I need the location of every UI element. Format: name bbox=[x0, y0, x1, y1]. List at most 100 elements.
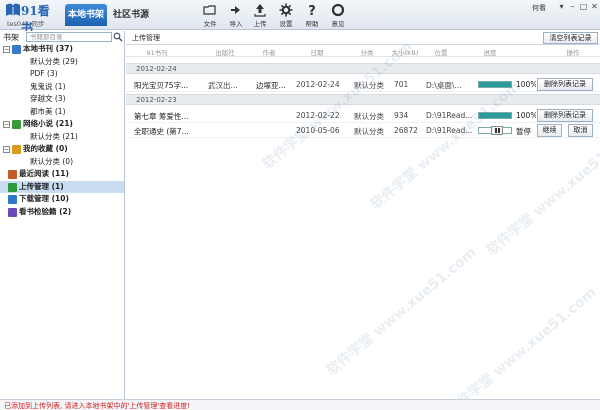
feedback-icon bbox=[331, 3, 345, 17]
column-header[interactable]: 91书刊 bbox=[140, 47, 174, 57]
pause-icon[interactable] bbox=[491, 126, 503, 135]
sidebar-item-label: 默认分类 (0) bbox=[30, 156, 74, 166]
collapse-toggle-icon[interactable]: − bbox=[3, 146, 10, 153]
user-sync-label[interactable]: tes041 同步 bbox=[7, 18, 44, 28]
sidebar-category[interactable]: − 网络小说 (21) bbox=[0, 118, 124, 131]
sidebar-subcategory[interactable]: 鬼鬼说 (1) bbox=[0, 81, 124, 94]
upload-row[interactable]: 阳光宝贝75字... 武汉出... 边塚亚... 2012-02-24 默认分类 701 D… bbox=[126, 77, 600, 92]
settings-button[interactable]: 设置 bbox=[274, 3, 298, 29]
feedback-label: 意见 bbox=[331, 20, 345, 28]
sidebar-item-label: PDF (3) bbox=[30, 69, 58, 78]
column-header[interactable]: 日期 bbox=[304, 47, 330, 57]
sidebar-category[interactable]: − 我的收藏 (0) bbox=[0, 143, 124, 156]
status-message: 已添加到上传列表, 请进入本地书架中的'上传管理'查看进度! bbox=[4, 402, 191, 410]
resume-button[interactable]: 继续 bbox=[537, 124, 562, 137]
sidebar-category[interactable]: 上传管理 (1) bbox=[0, 180, 124, 193]
cancel-button[interactable]: 取消 bbox=[568, 124, 593, 137]
watermark: 软件学堂 www.xue51.com bbox=[323, 244, 480, 379]
sidebar-category[interactable]: − 本地书刊 (37) bbox=[0, 43, 124, 56]
status-bar: 已添加到上传列表, 请进入本地书架中的'上传管理'查看进度! bbox=[0, 399, 600, 410]
sidebar-search-input[interactable]: 书籍那目录 bbox=[26, 32, 112, 42]
progress-fill bbox=[479, 113, 511, 118]
book-title-cell: 全职通史 (第7... bbox=[134, 127, 189, 136]
progress-text: 暂停 bbox=[516, 127, 531, 136]
book-title-cell: 第七章 筹爱性... bbox=[134, 112, 189, 121]
sidebar-item-label: 默认分类 (29) bbox=[30, 56, 78, 66]
tab-community-sources[interactable]: 社区书源 bbox=[112, 4, 150, 26]
svg-text:?: ? bbox=[308, 4, 316, 17]
size-cell: 26872 bbox=[394, 126, 418, 135]
column-header[interactable]: 操作 bbox=[552, 47, 594, 57]
sidebar-item-label: 最近阅读 (11) bbox=[19, 169, 69, 178]
local-books-icon bbox=[12, 45, 21, 54]
delete-record-button[interactable]: 删除列表记录 bbox=[537, 78, 593, 91]
collapse-toggle-icon[interactable]: − bbox=[3, 121, 10, 128]
tab-local-bookshelf[interactable]: 本地书架 bbox=[65, 4, 107, 26]
column-header[interactable]: 大小(KB) bbox=[390, 47, 420, 57]
size-cell: 701 bbox=[394, 80, 409, 89]
gear-icon bbox=[279, 3, 293, 17]
upload-manager-panel: 上传管理 清空列表记录 91书刊 出版社 作者 日期 分类 大小(KB) 位置 进度 操作 20… bbox=[126, 31, 600, 410]
bookshelf-tree: − 本地书刊 (37) 默认分类 (29) PDF (3) 鬼鬼说 (1) 穿越文 (3)… bbox=[0, 43, 124, 218]
sidebar-subcategory[interactable]: 穿越文 (3) bbox=[0, 93, 124, 106]
logo-mark-icon bbox=[6, 3, 20, 16]
import-icon bbox=[231, 6, 240, 14]
window-user-label[interactable]: 何看 bbox=[532, 3, 546, 13]
sidebar-item-label: 我的收藏 (0) bbox=[23, 144, 68, 153]
sidebar-item-label: 上传管理 (1) bbox=[19, 181, 64, 191]
column-header[interactable]: 分类 bbox=[354, 47, 380, 57]
sidebar-item-label: 鬼鬼说 (1) bbox=[30, 81, 66, 91]
progress-fill bbox=[479, 82, 511, 87]
author-cell: 边塚亚... bbox=[256, 81, 286, 90]
column-header[interactable]: 作者 bbox=[256, 47, 282, 57]
watermark: 软件学堂 www.xue51.com bbox=[443, 284, 600, 410]
sidebar: 书架 书籍那目录 − 本地书刊 (37) 默认分类 (29) PDF (3) 鬼鬼说 (… bbox=[0, 31, 125, 399]
upload-row[interactable]: 全职通史 (第7... 2010-05-06 默认分类 26872 D:\91Read.… bbox=[126, 123, 600, 138]
import-button[interactable]: 导入 bbox=[224, 3, 248, 29]
column-header[interactable]: 位置 bbox=[428, 47, 454, 57]
category-cell: 默认分类 bbox=[354, 127, 384, 136]
sidebar-item-label: 本地书刊 (37) bbox=[23, 44, 73, 53]
progress-bar bbox=[478, 81, 512, 88]
upload-button[interactable]: 上传 bbox=[248, 3, 272, 29]
file-label: 文件 bbox=[203, 20, 217, 28]
sidebar-item-label: 网络小说 (21) bbox=[23, 119, 73, 128]
sidebar-item-label: 都市美 (1) bbox=[30, 106, 66, 116]
folder-icon bbox=[203, 5, 216, 15]
location-cell: D:\91Read... bbox=[426, 126, 473, 135]
help-label: 帮助 bbox=[305, 20, 319, 28]
download-manage-icon bbox=[8, 195, 17, 204]
sidebar-category[interactable]: 下载管理 (10) bbox=[0, 193, 124, 206]
book-check-icon bbox=[8, 207, 17, 217]
upload-icon bbox=[254, 4, 266, 17]
sidebar-category[interactable]: 看书检验籍 (2) bbox=[0, 206, 124, 219]
date-group-header: 2012-02-23 bbox=[126, 94, 600, 105]
help-icon: ? bbox=[308, 4, 316, 17]
column-header[interactable]: 进度 bbox=[477, 47, 503, 57]
help-button[interactable]: ? 帮助 bbox=[300, 3, 324, 29]
feedback-button[interactable]: 意见 bbox=[326, 3, 350, 29]
maximize-icon[interactable]: □ bbox=[578, 1, 589, 12]
sidebar-item-label: 穿越文 (3) bbox=[30, 94, 66, 103]
clear-all-records-button[interactable]: 清空列表记录 bbox=[543, 32, 598, 44]
sidebar-subcategory[interactable]: 默认分类 (21) bbox=[0, 131, 124, 144]
collapse-toggle-icon[interactable]: − bbox=[3, 46, 10, 53]
sidebar-item-label: 下载管理 (10) bbox=[19, 194, 69, 203]
delete-record-button[interactable]: 删除列表记录 bbox=[537, 109, 593, 122]
column-header[interactable]: 出版社 bbox=[210, 47, 240, 57]
date-cell: 2012-02-22 bbox=[296, 111, 340, 120]
panel-title: 上传管理 bbox=[132, 34, 160, 42]
sidebar-category[interactable]: 最近阅读 (11) bbox=[0, 168, 124, 181]
sidebar-subcategory[interactable]: PDF (3) bbox=[0, 68, 124, 81]
sidebar-subcategory[interactable]: 都市美 (1) bbox=[0, 106, 124, 119]
minimize-icon[interactable]: – bbox=[567, 1, 578, 12]
search-icon[interactable] bbox=[113, 32, 123, 42]
sidebar-subcategory[interactable]: 默认分类 (0) bbox=[0, 156, 124, 169]
favorites-icon bbox=[12, 145, 21, 154]
file-button[interactable]: 文件 bbox=[198, 3, 222, 29]
upload-row[interactable]: 第七章 筹爱性... 2012-02-22 默认分类 934 D:\91Read... 1… bbox=[126, 108, 600, 123]
menu-icon[interactable]: ▾ bbox=[556, 1, 567, 12]
close-icon[interactable]: ✕ bbox=[589, 1, 600, 12]
progress-text: 100% bbox=[516, 111, 536, 120]
sidebar-subcategory[interactable]: 默认分类 (29) bbox=[0, 56, 124, 69]
